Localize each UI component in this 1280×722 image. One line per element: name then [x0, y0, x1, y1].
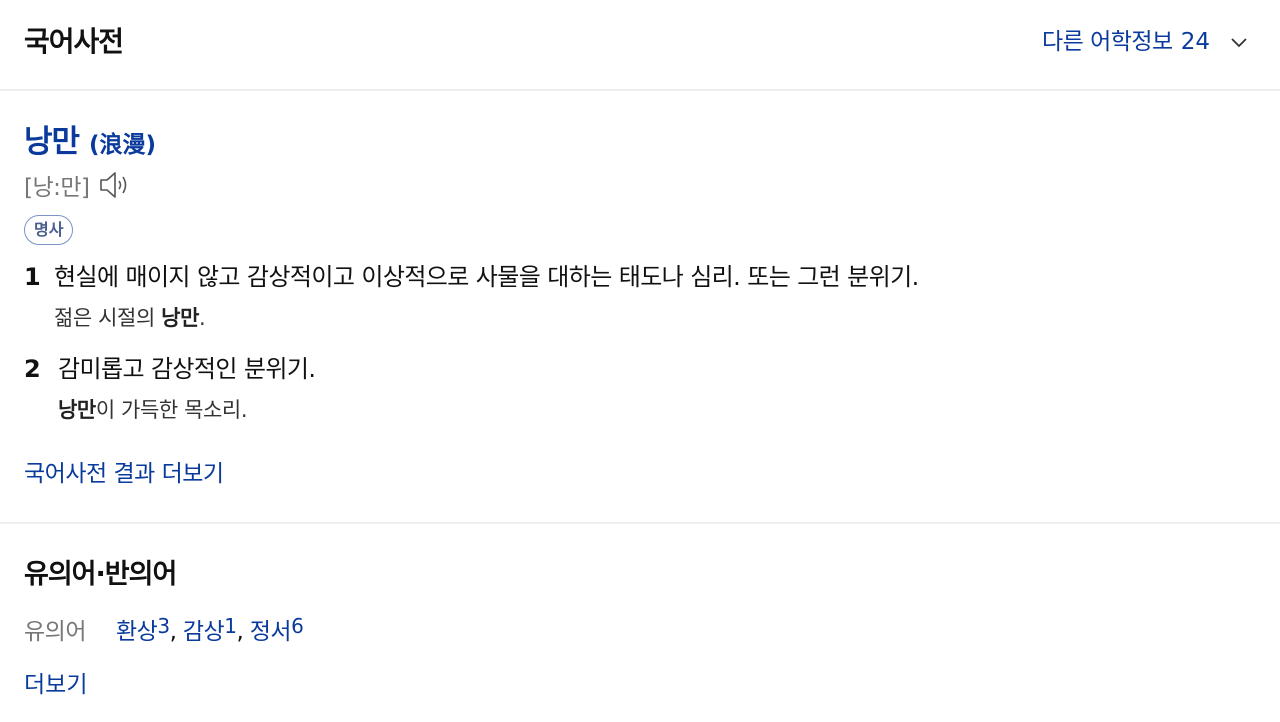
- dictionary-page: 국어사전 다른 어학정보 24 낭만 (浪漫) [낭:만] 명사 1 현실에 매…: [0, 0, 1280, 722]
- pronunciation-line: [낭:만]: [24, 167, 1254, 203]
- synonym-word: 감상: [182, 619, 225, 645]
- homonym-number: 1: [224, 614, 237, 638]
- speaker-icon[interactable]: [98, 170, 132, 200]
- sense-1: 1 현실에 매이지 않고 감상적이고 이상적으로 사물을 대하는 태도나 심리.…: [24, 257, 1254, 335]
- synonym-link[interactable]: 환상3: [116, 612, 170, 646]
- hanja: (浪漫): [89, 132, 157, 158]
- other-language-info-button[interactable]: 다른 어학정보 24: [1042, 24, 1250, 60]
- sense-number: 1: [24, 263, 41, 291]
- pronunciation: [낭:만]: [24, 175, 90, 201]
- synonym-word: 환상: [116, 619, 158, 645]
- sense-example: 낭만이 가득한 목소리.: [58, 393, 1254, 427]
- other-info-count: 24: [1180, 29, 1210, 55]
- dictionary-header: 국어사전 다른 어학정보 24: [0, 0, 1280, 91]
- homonym-number: 3: [157, 614, 170, 638]
- dictionary-entry: 낭만 (浪漫) [낭:만] 명사 1 현실에 매이지 않고 감상적이고 이상적으…: [24, 120, 1254, 427]
- other-info-label: 다른 어학정보: [1041, 29, 1173, 55]
- part-of-speech-badge: 명사: [24, 215, 74, 245]
- sense-2: 2 감미롭고 감상적인 분위기. 낭만이 가득한 목소리.: [24, 349, 1254, 427]
- example-text: .: [199, 306, 206, 330]
- synonym-more-link[interactable]: 더보기: [24, 667, 87, 703]
- example-keyword: 낭만: [58, 398, 96, 422]
- example-text: 이 가득한 목소리.: [95, 398, 248, 422]
- sense-definition: 현실에 매이지 않고 감상적이고 이상적으로 사물을 대하는 태도나 심리. 또…: [54, 263, 919, 291]
- synonym-link[interactable]: 정서6: [250, 612, 304, 646]
- sense-number: 2: [24, 355, 41, 383]
- section-divider: [0, 522, 1280, 524]
- example-keyword: 낭만: [161, 306, 199, 330]
- headword-link[interactable]: 낭만: [24, 120, 80, 164]
- headword-line: 낭만 (浪漫): [24, 120, 1254, 167]
- synonym-label: 유의어: [24, 619, 86, 645]
- homonym-number: 6: [291, 614, 304, 638]
- synonym-section-title: 유의어·반의어: [24, 559, 177, 590]
- synonym-row: 유의어 환상3 , 감상1 , 정서6: [24, 612, 304, 646]
- sense-example: 젊은 시절의 낭만.: [54, 301, 1254, 335]
- sense-definition: 감미롭고 감상적인 분위기.: [58, 355, 316, 383]
- more-results-link[interactable]: 국어사전 결과 더보기: [24, 456, 224, 492]
- separator: ,: [169, 619, 177, 645]
- synonym-word: 정서: [249, 619, 292, 645]
- section-title: 국어사전: [24, 25, 124, 58]
- example-text: 젊은 시절의: [54, 306, 162, 330]
- separator: ,: [236, 619, 244, 645]
- chevron-down-icon: [1228, 31, 1250, 53]
- synonym-link[interactable]: 감상1: [183, 612, 237, 646]
